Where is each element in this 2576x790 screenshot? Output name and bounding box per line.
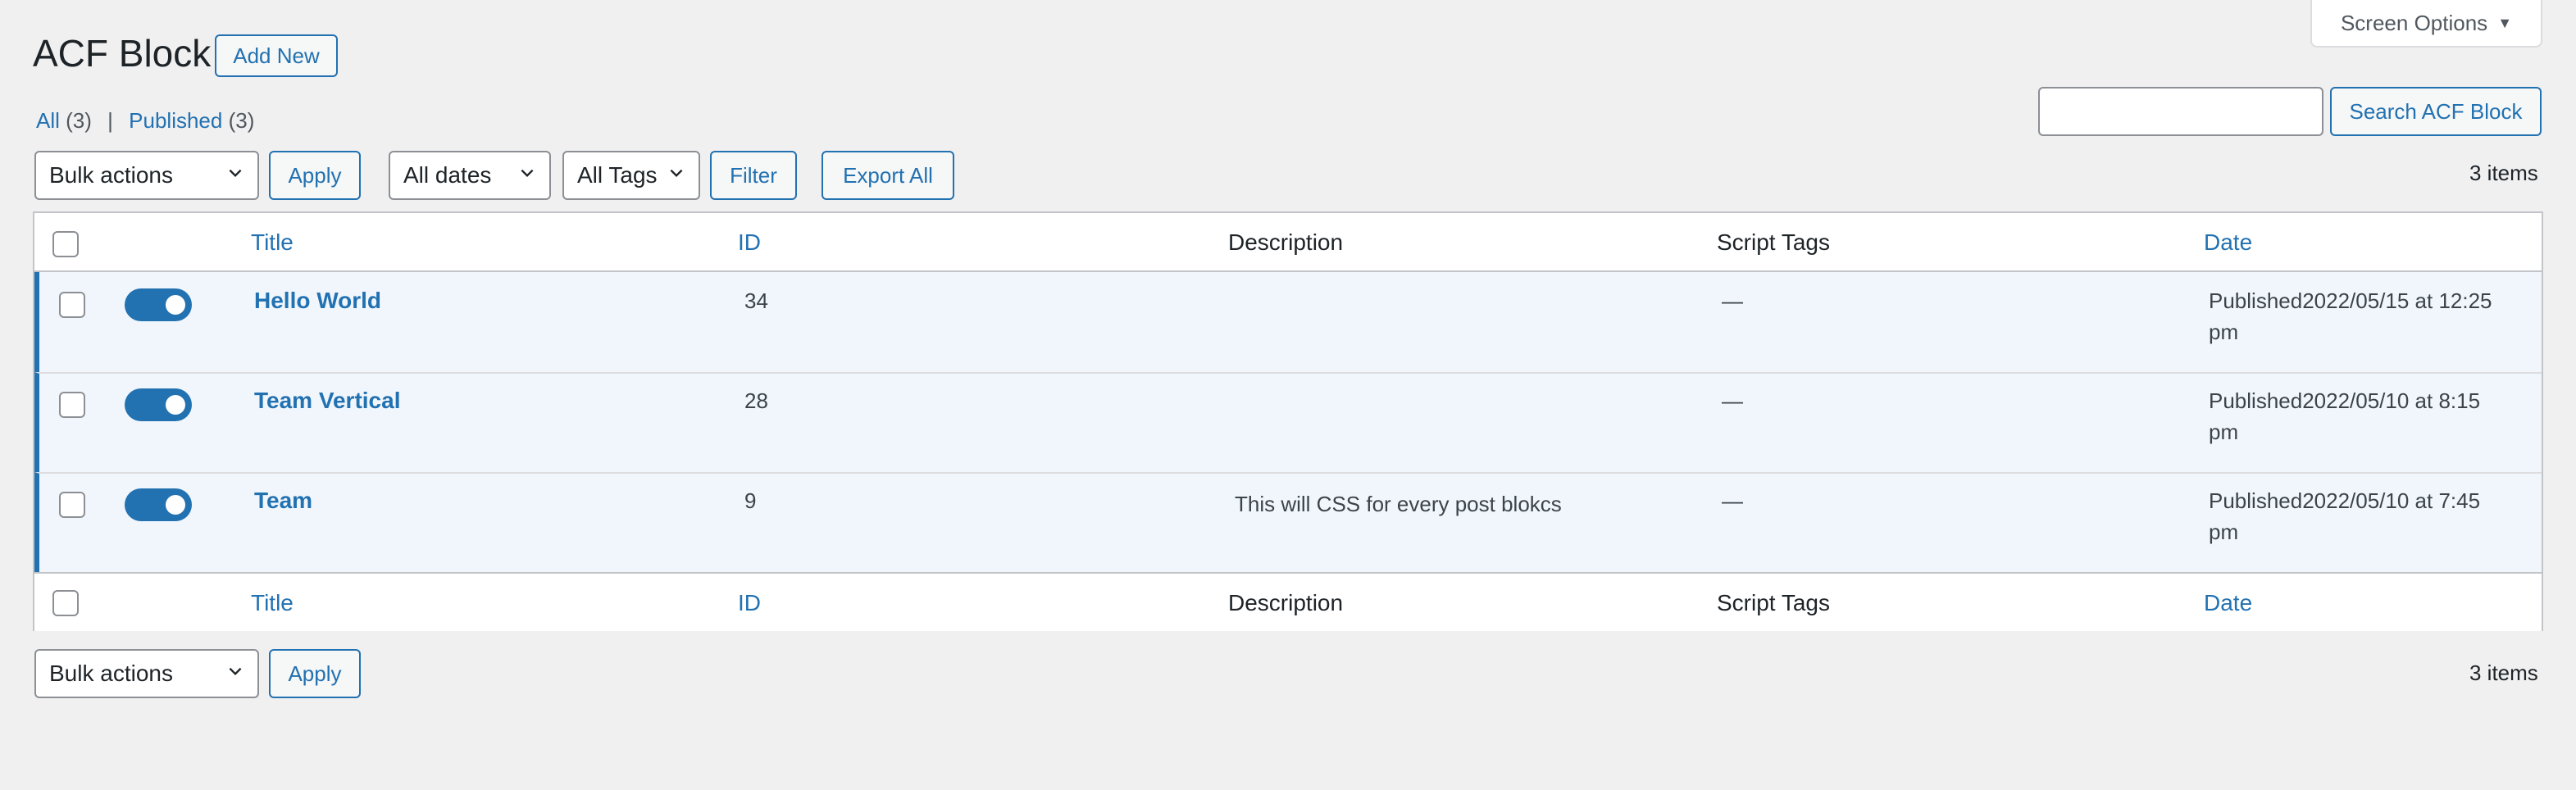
table-header: Title ID Description Script Tags Date — [34, 213, 2542, 272]
select-all-checkbox-footer[interactable] — [52, 590, 79, 616]
page-title: ACF Block — [33, 32, 212, 75]
view-published-link[interactable]: Published — [129, 108, 222, 133]
column-date-header[interactable]: Date — [2204, 213, 2252, 272]
toggle-knob — [166, 495, 185, 515]
acf-block-list-screen: Screen Options ▼ ACF Block Add New All (… — [0, 0, 2576, 790]
row-date-line1: Published2022/05/10 at 7:45 — [2209, 488, 2481, 513]
column-description-footer: Description — [1228, 590, 1344, 615]
items-count-bottom: 3 items — [2469, 661, 2538, 685]
row-title-link[interactable]: Team Vertical — [254, 385, 400, 416]
active-toggle[interactable] — [125, 288, 192, 321]
chevron-down-icon — [229, 169, 242, 178]
row-date-line2: pm — [2209, 520, 2239, 544]
row-date-line1: Published2022/05/10 at 8:15 — [2209, 388, 2481, 413]
view-published-count: (3) — [228, 108, 255, 133]
row-script-tags: — — [1722, 488, 1743, 513]
bulk-actions-value: Bulk actions — [49, 661, 173, 686]
screen-options-label: Screen Options — [2340, 10, 2488, 35]
row-checkbox[interactable] — [59, 392, 85, 418]
row-id: 9 — [744, 488, 757, 513]
row-date-line2: pm — [2209, 320, 2239, 344]
column-script-tags-footer: Script Tags — [1717, 590, 1830, 615]
select-all-checkbox[interactable] — [52, 231, 79, 257]
table-row: Hello World 34 — Published2022/05/15 at … — [34, 272, 2542, 372]
triangle-down-icon: ▼ — [2497, 14, 2513, 31]
apply-button-top[interactable]: Apply — [269, 151, 361, 200]
export-all-button[interactable]: Export All — [821, 151, 954, 200]
column-title-footer[interactable]: Title — [251, 574, 294, 633]
table-row: Team Vertical 28 — Published2022/05/10 a… — [34, 372, 2542, 472]
column-title-header[interactable]: Title — [251, 213, 294, 272]
row-title-link[interactable]: Hello World — [254, 285, 381, 316]
tag-filter-select[interactable]: All Tags — [562, 151, 700, 200]
column-id-header[interactable]: ID — [738, 213, 761, 272]
tag-filter-value: All Tags — [577, 162, 658, 188]
table-footer: Title ID Description Script Tags Date — [34, 572, 2542, 631]
row-date-line2: pm — [2209, 420, 2239, 444]
post-status-views: All (3) | Published (3) — [36, 108, 254, 134]
add-new-button[interactable]: Add New — [215, 34, 338, 77]
date-filter-value: All dates — [403, 162, 492, 188]
bulk-actions-value: Bulk actions — [49, 162, 173, 188]
toggle-knob — [166, 295, 185, 315]
row-checkbox[interactable] — [59, 292, 85, 318]
row-script-tags: — — [1722, 288, 1743, 313]
column-description-header: Description — [1228, 229, 1344, 255]
row-description: This will CSS for every post blokcs — [1235, 492, 1562, 516]
row-date: Published2022/05/15 at 12:25 pm — [2209, 285, 2528, 347]
column-script-tags-header: Script Tags — [1717, 229, 1830, 255]
column-id-footer[interactable]: ID — [738, 574, 761, 633]
row-date: Published2022/05/10 at 7:45 pm — [2209, 485, 2528, 547]
column-date-footer[interactable]: Date — [2204, 574, 2252, 633]
items-count-top: 3 items — [2469, 161, 2538, 185]
table-row: Team 9 This will CSS for every post blok… — [34, 472, 2542, 572]
chevron-down-icon — [521, 169, 534, 178]
posts-table: Title ID Description Script Tags Date He… — [33, 211, 2543, 631]
search-input[interactable] — [2038, 87, 2323, 136]
bulk-actions-select-bottom[interactable]: Bulk actions — [34, 649, 259, 698]
screen-options-button[interactable]: Screen Options ▼ — [2310, 0, 2542, 48]
row-title-link[interactable]: Team — [254, 485, 312, 516]
view-all-count: (3) — [66, 108, 92, 133]
bulk-actions-select-top[interactable]: Bulk actions — [34, 151, 259, 200]
chevron-down-icon — [670, 169, 683, 178]
search-button[interactable]: Search ACF Block — [2330, 87, 2542, 136]
row-id: 34 — [744, 288, 768, 313]
date-filter-select[interactable]: All dates — [389, 151, 551, 200]
chevron-down-icon — [229, 667, 242, 676]
view-all-link[interactable]: All — [36, 108, 60, 133]
active-toggle[interactable] — [125, 488, 192, 521]
filter-button[interactable]: Filter — [710, 151, 797, 200]
row-id: 28 — [744, 388, 768, 413]
toggle-knob — [166, 395, 185, 415]
row-date: Published2022/05/10 at 8:15 pm — [2209, 385, 2528, 447]
apply-button-bottom[interactable]: Apply — [269, 649, 361, 698]
row-script-tags: — — [1722, 388, 1743, 413]
active-toggle[interactable] — [125, 388, 192, 421]
view-separator: | — [107, 108, 113, 133]
row-date-line1: Published2022/05/15 at 12:25 — [2209, 288, 2492, 313]
row-checkbox[interactable] — [59, 492, 85, 518]
